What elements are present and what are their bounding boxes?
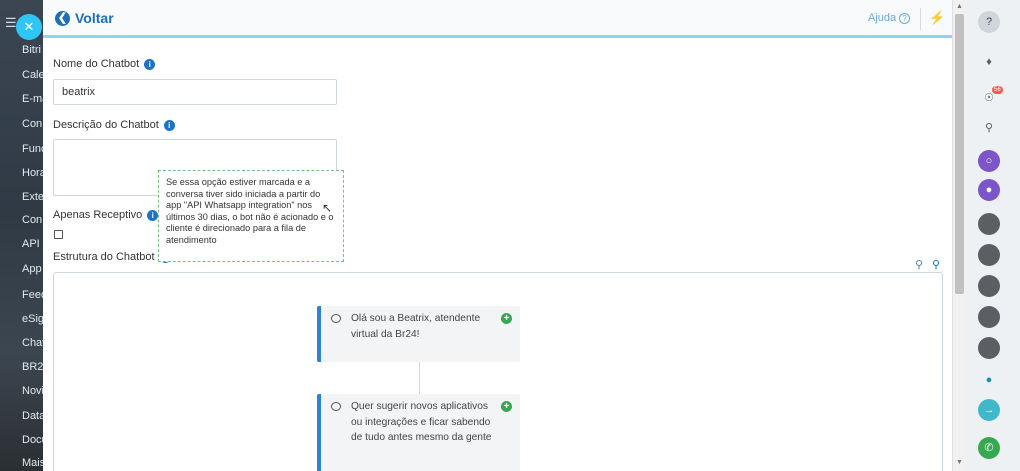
chatbot-node[interactable]: Olá sou a Beatrix, atendente virtual da …	[317, 306, 520, 362]
speech-bubble-icon	[331, 402, 341, 411]
lock-icon[interactable]: ○	[978, 150, 1000, 172]
back-button[interactable]: ❮ Voltar	[55, 10, 114, 26]
sidebar-item[interactable]: Chat	[22, 337, 45, 349]
open-panel-icon[interactable]: →	[978, 399, 1000, 421]
zoom-out-icon[interactable]: ⚲	[915, 258, 923, 271]
question-icon: ?	[899, 12, 911, 24]
arrow-left-circle-icon: ❮	[55, 10, 70, 26]
zoom-in-icon[interactable]: ⚲	[932, 258, 940, 271]
receptive-field-label: Apenas Receptivo i	[53, 209, 159, 221]
sidebar-item[interactable]: Bitri	[22, 44, 41, 56]
avatar[interactable]	[978, 306, 1000, 328]
search-icon[interactable]: ⚲	[978, 117, 1000, 139]
info-icon[interactable]: i	[144, 58, 156, 70]
sidebar-item[interactable]: Cale	[22, 69, 45, 81]
avatar[interactable]	[978, 244, 1000, 266]
help-button[interactable]: Ajuda ?	[868, 12, 911, 24]
lightning-icon[interactable]: ⚡	[929, 10, 945, 26]
receptive-tooltip: Se essa opção estiver marcada e a conver…	[158, 170, 344, 262]
hamburger-menu-icon[interactable]: ☰	[5, 15, 17, 31]
back-label: Voltar	[75, 10, 114, 26]
right-bar: ? ♦ ☉ 56 ⚲ ○ ● ● → ✆	[966, 0, 1020, 471]
user-icon[interactable]: ●	[978, 369, 1000, 391]
vertical-scrollbar[interactable]: ▲ ▼	[952, 0, 966, 471]
avatar[interactable]	[978, 275, 1000, 297]
description-field-label: Descrição do Chatbot i	[53, 119, 175, 131]
mouse-cursor-icon: ↖	[322, 201, 333, 215]
node-connector	[419, 362, 420, 394]
scroll-down-icon[interactable]: ▼	[956, 459, 963, 466]
avatar[interactable]	[978, 337, 1000, 359]
chatbot-editor-panel: ❮ Voltar Ajuda ? ⚡ Nome do Chatbot i bea…	[43, 0, 952, 471]
chatbot-node[interactable]: Quer sugerir novos aplicativos ou integr…	[317, 394, 520, 471]
speech-bubble-icon	[331, 314, 341, 323]
header-divider	[920, 8, 921, 30]
description-label-text: Descrição do Chatbot	[53, 119, 159, 131]
avatar[interactable]	[978, 213, 1000, 235]
phone-icon[interactable]: ✆	[978, 437, 1000, 459]
sidebar-item[interactable]: Data	[22, 410, 45, 422]
receptive-label-text: Apenas Receptivo	[53, 209, 143, 221]
group-icon[interactable]: ●	[978, 179, 1000, 201]
sidebar-item[interactable]: Mais	[22, 457, 45, 469]
receptive-checkbox[interactable]	[54, 230, 63, 239]
plus-circle-icon[interactable]: +	[501, 401, 512, 412]
chatbot-name-input[interactable]: beatrix	[53, 79, 337, 105]
name-field-label: Nome do Chatbot i	[53, 58, 156, 70]
scroll-up-icon[interactable]: ▲	[956, 3, 963, 10]
sidebar-item[interactable]: Con	[22, 214, 42, 226]
notification-badge: 56	[992, 86, 1003, 94]
sidebar-item[interactable]: App	[22, 263, 42, 275]
info-icon[interactable]: i	[147, 209, 159, 221]
plus-circle-icon[interactable]: +	[501, 313, 512, 324]
help-label: Ajuda	[868, 12, 897, 24]
structure-field-label: Estrutura do Chatbot i	[53, 251, 171, 263]
sidebar-item[interactable]: Exte	[22, 191, 44, 203]
structure-label-text: Estrutura do Chatbot	[53, 251, 155, 263]
name-label-text: Nome do Chatbot	[53, 58, 140, 70]
scrollbar-thumb[interactable]	[955, 14, 964, 294]
sidebar-item[interactable]: Novi	[22, 385, 44, 397]
sidebar-item[interactable]: eSig	[22, 313, 44, 325]
node-text: Olá sou a Beatrix, atendente virtual da …	[351, 313, 481, 340]
bell-icon[interactable]: ♦	[978, 51, 1000, 73]
help-icon[interactable]: ?	[978, 11, 1000, 33]
info-icon[interactable]: i	[163, 119, 175, 131]
sidebar-item[interactable]: Con	[22, 118, 42, 130]
node-text: Quer sugerir novos aplicativos ou integr…	[351, 401, 492, 443]
close-icon[interactable]: ✕	[16, 14, 42, 40]
panel-header: ❮ Voltar Ajuda ? ⚡	[43, 0, 952, 38]
